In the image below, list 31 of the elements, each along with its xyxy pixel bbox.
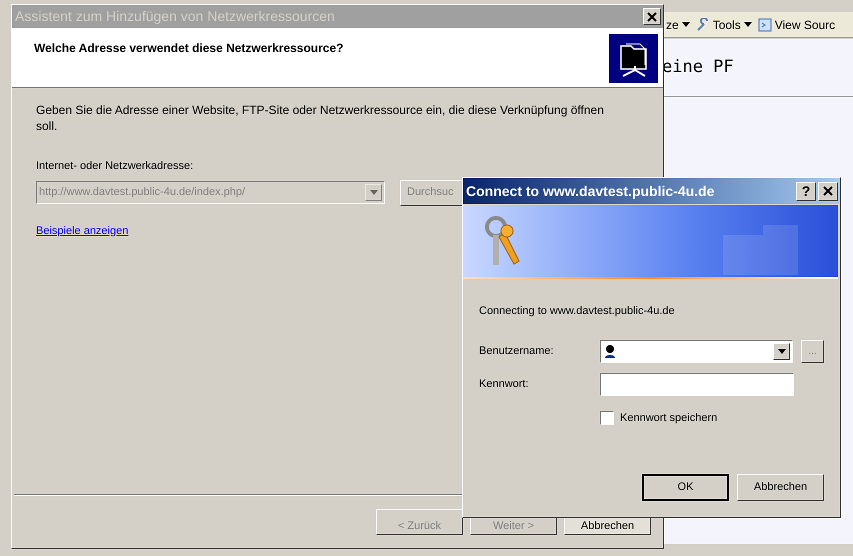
caret-icon [744, 22, 752, 27]
caret-icon [370, 190, 378, 195]
network-folder-icon [609, 34, 658, 83]
username-label: Benutzername: [479, 344, 555, 359]
close-button[interactable] [643, 8, 661, 25]
close-icon [647, 12, 657, 22]
dialog-button[interactable]: Abbrechen [737, 474, 824, 501]
dialog-button[interactable]: OK [642, 474, 729, 501]
toolbar-button[interactable]: ze [666, 16, 690, 34]
page-icon [758, 18, 772, 32]
toolbar-button[interactable]: Tools [696, 16, 752, 34]
address-label: Internet- oder Netzwerkadresse: [36, 159, 194, 174]
help-button[interactable]: ? [796, 182, 816, 200]
user-icon [604, 344, 616, 358]
password-field[interactable] [600, 372, 794, 396]
remember-checkbox[interactable] [600, 410, 614, 425]
username-combo[interactable] [600, 340, 794, 362]
wizard-heading: Welche Adresse verwendet diese Netzwerkressource? [34, 40, 344, 57]
close-icon [823, 186, 833, 196]
caret-icon [778, 348, 786, 354]
password-label: Kennwort: [479, 376, 530, 392]
close-button[interactable] [818, 182, 838, 200]
toolbar-button[interactable]: View Sourc [758, 16, 836, 34]
description-text: Geben Sie die Adresse einer Website, FTP-Site oder Netzwerkressource ein, die diese Verknüpfung öffnen soll. [36, 102, 605, 134]
wrench-icon [696, 18, 710, 32]
connecting-message: Connecting to www.davtest.public-4u.de [479, 304, 676, 319]
examples-link[interactable]: Beispiele anzeigen [36, 222, 128, 239]
remember-label: Kennwort speichern [620, 410, 718, 426]
page-heading: eine PF [662, 56, 734, 79]
caret-icon [682, 22, 690, 27]
dropdown-button[interactable] [773, 342, 790, 360]
